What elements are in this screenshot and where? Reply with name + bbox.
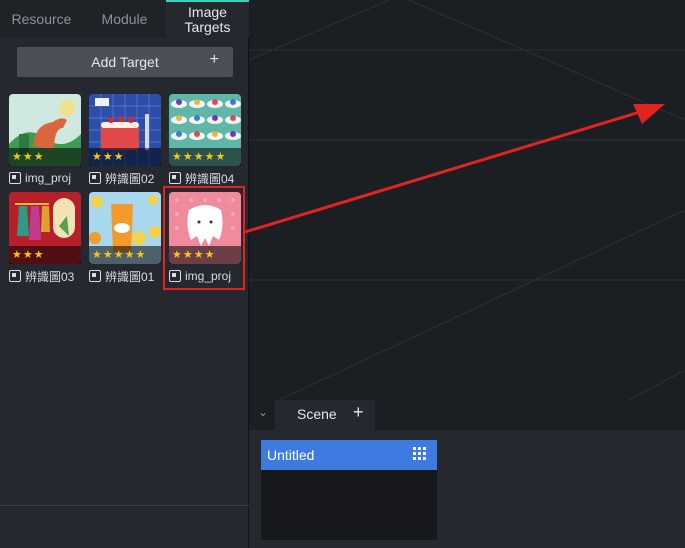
rating-stars: ★★★★ (169, 246, 241, 264)
image-target-icon (9, 270, 21, 282)
target-label: 辨識圖03 (9, 268, 89, 284)
target-name: 辨識圖03 (25, 269, 75, 284)
add-target-button[interactable]: Add Target + (17, 47, 233, 77)
target-name: img_proj (185, 269, 232, 283)
rating-stars: ★★★ (89, 148, 161, 166)
scene-item-untitled[interactable]: Untitled (261, 440, 437, 470)
rating-stars: ★★★ (9, 148, 81, 166)
target-name: 辨識圖04 (185, 171, 235, 186)
target-name: img_proj (25, 171, 72, 185)
left-panel: Resource Module Image Targets Add Target… (0, 0, 249, 548)
rating-stars: ★★★★★ (169, 148, 241, 166)
scene-viewport[interactable] (249, 0, 685, 400)
viewport-canvas (249, 0, 685, 400)
target-label: 辨識圖01 (89, 268, 169, 284)
chevron-down-icon[interactable]: ⌄ (258, 405, 268, 419)
grid-menu-icon[interactable] (413, 447, 427, 461)
add-scene-icon[interactable]: + (353, 402, 364, 423)
panel-divider (0, 505, 249, 506)
image-target-icon (169, 270, 181, 282)
tab-resource[interactable]: Resource (0, 0, 83, 38)
scene-title: Scene (297, 406, 337, 422)
tab-bar: Resource Module Image Targets (0, 0, 249, 38)
tab-module[interactable]: Module (83, 0, 166, 38)
target-label: img_proj (169, 268, 249, 284)
target-name: 辨識圖02 (105, 171, 155, 186)
scene-item-label: Untitled (267, 447, 315, 463)
target-label: 辨識圖02 (89, 170, 169, 186)
image-target-icon (89, 172, 101, 184)
scene-preview (261, 470, 437, 540)
tab-image-targets[interactable]: Image Targets (166, 0, 249, 38)
image-target-icon (169, 172, 181, 184)
target-label: 辨識圖04 (169, 170, 249, 186)
plus-icon: + (209, 51, 219, 68)
add-target-label: Add Target (91, 54, 159, 70)
image-target-icon (9, 172, 21, 184)
image-target-icon (89, 270, 101, 282)
target-name: 辨識圖01 (105, 269, 155, 284)
rating-stars: ★★★ (9, 246, 81, 264)
rating-stars: ★★★★★ (89, 246, 161, 264)
target-label: img_proj (9, 170, 89, 186)
